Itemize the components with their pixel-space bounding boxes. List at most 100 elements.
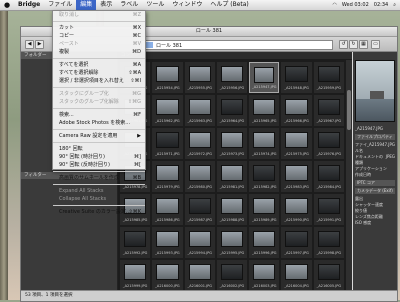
rotate-ccw-button[interactable]: ↺: [339, 40, 348, 49]
trash-button[interactable]: ▦: [359, 40, 368, 49]
thumbnail[interactable]: _A215975.JPG: [281, 128, 312, 159]
scroll-thumb[interactable]: [347, 90, 351, 130]
menu-item[interactable]: カット ⌘X: [53, 24, 145, 32]
menu-item[interactable]: 180° 回転: [53, 145, 145, 153]
menu-separator: [53, 184, 145, 185]
menu-file[interactable]: ファイル: [44, 0, 76, 10]
menu-item[interactable]: Creative Suite のカラー設定... ⇧⌘K: [53, 208, 145, 216]
menu-item[interactable]: コピー ⌘C: [53, 32, 145, 40]
thumbnail-caption: _A215982.JPG: [252, 185, 277, 189]
back-button[interactable]: ◀: [25, 40, 34, 49]
thumbnail-image: [285, 165, 308, 181]
spotlight-icon[interactable]: ⌕: [393, 2, 396, 8]
thumbnail[interactable]: _A215994.JPG: [184, 227, 215, 258]
thumbnail[interactable]: _A215998.JPG: [313, 227, 344, 258]
thumbnail[interactable]: _A215990.JPG: [281, 194, 312, 225]
menu-item[interactable]: 複製 ⌘D: [53, 48, 145, 56]
menu-item-shortcut: ⇧⌘K: [128, 209, 141, 215]
thumbnail[interactable]: _A215986.JPG: [152, 194, 183, 225]
thumbnail[interactable]: _A215989.JPG: [249, 194, 280, 225]
thumbnail[interactable]: _A215983.JPG: [281, 161, 312, 192]
metadata-section[interactable]: IPTC コア: [355, 180, 395, 186]
thumbnail[interactable]: _A216002.JPG: [216, 260, 248, 291]
thumbnail[interactable]: _A216001.JPG: [184, 260, 215, 291]
thumbnail[interactable]: _A215955.JPG: [184, 62, 215, 93]
menu-label[interactable]: ラベル: [116, 0, 142, 10]
content-scrollbar[interactable]: [346, 60, 352, 291]
thumbnail-image: [285, 198, 308, 214]
thumbnail[interactable]: _A215967.JPG: [313, 95, 344, 126]
thumbnail[interactable]: _A215988.JPG: [216, 194, 248, 225]
menu-separator: [53, 129, 145, 130]
thumbnail-image: [220, 264, 244, 280]
menu-item[interactable]: Camera Raw 設定を適用 ▶: [53, 132, 145, 140]
menu-app-name[interactable]: Bridge: [14, 0, 44, 10]
thumbnail[interactable]: _A216005.JPG: [313, 260, 344, 291]
menu-item[interactable]: 選択 / 非選択項目を入れ替え ⇧⌘I: [53, 77, 145, 85]
menu-item[interactable]: すべてを選択解除 ⇧⌘A: [53, 69, 145, 77]
menu-tools[interactable]: ツール: [142, 0, 168, 10]
menu-view[interactable]: 表示: [96, 0, 116, 10]
wifi-icon[interactable]: ◠: [332, 2, 336, 8]
menu-item: ペースト ⌘V: [53, 40, 145, 48]
menu-item[interactable]: 90° 回転 (反時計回り) ⌘[: [53, 161, 145, 169]
metadata-section[interactable]: ファイルプロパティ: [355, 134, 395, 140]
thumbnail-image: [285, 264, 308, 280]
thumbnail-caption: _A215976.JPG: [316, 152, 342, 156]
thumbnail[interactable]: _A215948.JPG: [281, 62, 312, 93]
menu-item[interactable]: 検索... ⌘F: [53, 111, 145, 119]
thumbnail[interactable]: _A216000.JPG: [152, 260, 183, 291]
menu-item[interactable]: すべてを選択 ⌘A: [53, 61, 145, 69]
thumbnail[interactable]: _A215997.JPG: [281, 227, 312, 258]
thumbnail[interactable]: _A215962.JPG: [152, 95, 183, 126]
rotate-cw-button[interactable]: ↻: [349, 40, 358, 49]
menubar-clock[interactable]: 02:34: [374, 2, 388, 8]
new-folder-button[interactable]: ▭: [371, 40, 380, 49]
thumbnail[interactable]: _A215999.JPG: [120, 260, 151, 291]
menu-item-label: 90° 回転 (反時計回り): [59, 162, 110, 168]
menu-item-label: Adobe Stock Photos を検索...: [59, 120, 131, 126]
thumbnail[interactable]: _A215973.JPG: [216, 128, 248, 159]
menu-item[interactable]: 90° 回転 (時計回り) ⌘]: [53, 153, 145, 161]
thumbnail[interactable]: _A215993.JPG: [152, 227, 183, 258]
menu-window[interactable]: ウィンドウ: [168, 0, 206, 10]
menu-item[interactable]: 高画質のサムネールを作成 ⌘B: [53, 174, 145, 182]
thumbnail[interactable]: _A215995.JPG: [216, 227, 248, 258]
thumbnail[interactable]: _A215981.JPG: [216, 161, 248, 192]
thumbnail[interactable]: _A215987.JPG: [184, 194, 215, 225]
thumbnail[interactable]: _A215966.JPG: [281, 95, 312, 126]
metadata-section[interactable]: カメラデータ (Exif): [355, 188, 395, 194]
thumbnail[interactable]: _A215976.JPG: [313, 128, 344, 159]
forward-button[interactable]: ▶: [35, 40, 44, 49]
thumbnail[interactable]: _A215996.JPG: [249, 227, 280, 258]
thumbnail[interactable]: _A216004.JPG: [281, 260, 312, 291]
thumbnail[interactable]: _A215992.JPG: [120, 227, 151, 258]
thumbnail[interactable]: _A215964.JPG: [216, 95, 248, 126]
thumbnail[interactable]: _A215974.JPG: [249, 128, 280, 159]
apple-menu-icon[interactable]: ●: [0, 1, 14, 9]
thumbnail[interactable]: _A215959.JPG: [313, 62, 344, 93]
menu-edit[interactable]: 編集: [76, 0, 97, 10]
menu-help[interactable]: ヘルプ (Beta): [206, 0, 252, 10]
thumbnail[interactable]: _A215947.JPG: [249, 62, 280, 93]
thumbnail[interactable]: _A215984.JPG: [313, 161, 344, 192]
thumbnail[interactable]: _A215954.JPG: [152, 62, 183, 93]
menu-item-label: コピー: [59, 33, 75, 39]
thumbnail[interactable]: _A215982.JPG: [249, 161, 280, 192]
thumbnail[interactable]: _A215980.JPG: [184, 161, 215, 192]
thumbnail-caption: _A215995.JPG: [219, 251, 245, 255]
thumbnail[interactable]: _A215979.JPG: [152, 161, 183, 192]
thumbnail[interactable]: _A215963.JPG: [184, 95, 215, 126]
menu-item[interactable]: Adobe Stock Photos を検索...: [53, 119, 145, 127]
thumbnail-image: [253, 165, 276, 181]
thumbnail-image: [317, 132, 340, 148]
metadata-row: ISO 感度: [355, 220, 395, 226]
thumbnail[interactable]: _A215972.JPG: [184, 128, 215, 159]
thumbnail[interactable]: _A215956.JPG: [216, 62, 248, 93]
thumbnail[interactable]: _A215971.JPG: [152, 128, 183, 159]
path-field[interactable]: ロール 381: [141, 40, 333, 50]
thumbnail[interactable]: _A215991.JPG: [313, 194, 344, 225]
thumbnail-caption: _A215967.JPG: [316, 119, 342, 123]
thumbnail[interactable]: _A215965.JPG: [249, 95, 280, 126]
thumbnail[interactable]: _A216003.JPG: [249, 260, 280, 291]
